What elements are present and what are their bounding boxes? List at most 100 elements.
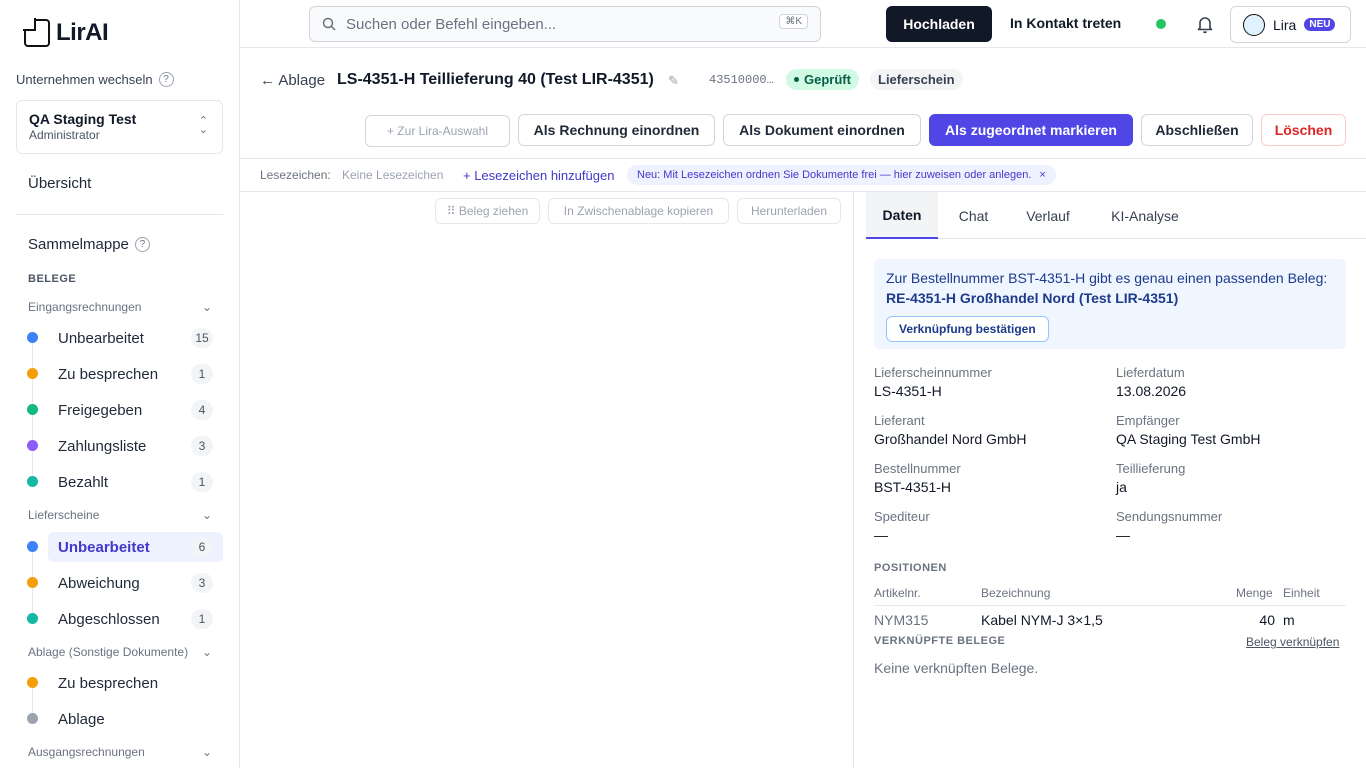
logo-text: LirAI: [56, 19, 109, 46]
nav-overview[interactable]: Übersicht: [28, 175, 91, 192]
group-ablage[interactable]: Ablage (Sonstige Dokumente) ⌄: [28, 645, 212, 659]
delete-button[interactable]: Löschen: [1261, 114, 1346, 146]
lira-assistant-button[interactable]: Lira NEU: [1230, 6, 1351, 43]
sidebar-item-label: Abgeschlossen: [58, 610, 160, 628]
company-name: QA Staging Test: [29, 111, 137, 127]
tab-ki-analyse[interactable]: KI-Analyse: [1098, 192, 1192, 239]
contact-link[interactable]: In Kontakt treten: [1010, 15, 1121, 31]
field-label: Lieferscheinnummer: [874, 365, 992, 380]
chevron-down-icon: ⌄: [201, 300, 212, 314]
help-icon[interactable]: ?: [134, 237, 150, 252]
column-header: Menge: [1236, 586, 1273, 600]
bell-icon[interactable]: [1196, 14, 1214, 34]
field-label: Sendungsnummer: [1116, 509, 1223, 524]
field-value: LS-4351-H: [874, 383, 942, 399]
as-invoice-button[interactable]: Als Rechnung einordnen: [518, 114, 715, 146]
bookmark-empty: Keine Lesezeichen: [342, 168, 444, 182]
lira-avatar-icon: [1243, 13, 1265, 36]
count-badge: 4: [191, 400, 213, 420]
close-document-button[interactable]: Abschließen: [1141, 114, 1253, 146]
edit-pencil-icon[interactable]: ✎: [668, 73, 679, 89]
sidebar-item-label: Freigegeben: [58, 401, 143, 419]
logo-icon: [23, 18, 50, 47]
field-value: Großhandel Nord GmbH: [874, 431, 1027, 447]
document-number: 43510000…: [709, 73, 774, 87]
field-value: BST-4351-H: [874, 479, 952, 495]
upload-button[interactable]: Hochladen: [886, 6, 992, 42]
back-link[interactable]: ← Ablage: [260, 72, 325, 89]
group-eingangsrechnungen[interactable]: Eingangsrechnungen ⌄: [28, 300, 212, 314]
mark-assigned-button[interactable]: Als zugeordnet markieren: [929, 114, 1133, 146]
tab-daten[interactable]: Daten: [866, 192, 938, 239]
sidebar-item-label: Zu besprechen: [58, 674, 159, 692]
count-badge: 3: [191, 436, 213, 456]
app-logo[interactable]: LirAI: [23, 18, 109, 47]
count-badge: 6: [191, 537, 213, 557]
field-value: —: [874, 527, 888, 543]
sidebar-item-label: Zu besprechen: [58, 365, 159, 383]
confirm-link-button[interactable]: Verknüpfung bestätigen: [886, 316, 1049, 342]
download-button[interactable]: Herunterladen: [737, 198, 841, 224]
group-lieferscheine[interactable]: Lieferscheine ⌄: [28, 508, 212, 522]
type-badge: Lieferschein: [870, 69, 963, 90]
sidebar-item[interactable]: Unbearbeitet 15: [48, 323, 223, 353]
topbar: Suchen oder Befehl eingeben... ⌘K Hochla…: [240, 0, 1366, 48]
field-label: Lieferant: [874, 413, 925, 428]
search-placeholder: Suchen oder Befehl eingeben...: [346, 15, 557, 33]
sidebar-item[interactable]: Ablage: [48, 704, 223, 734]
chevron-down-icon: ⌄: [201, 745, 212, 759]
group-ausgangsrechnungen[interactable]: Ausgangsrechnungen ⌄: [28, 745, 212, 759]
close-icon[interactable]: ×: [1039, 169, 1045, 181]
status-dot: [27, 440, 38, 451]
status-dot: [27, 476, 38, 487]
match-document: RE-4351-H Großhandel Nord (Test LIR-4351…: [886, 290, 1179, 306]
field-value: 13.08.2026: [1116, 383, 1187, 399]
lira-label: Lira: [1273, 16, 1297, 33]
sidebar-item[interactable]: Zu besprechen: [48, 668, 223, 698]
sidebar-item[interactable]: Bezahlt 1: [48, 467, 223, 497]
status-dot: [27, 541, 38, 552]
status-dot: [27, 613, 38, 624]
chevron-up-down-icon: ⌃ ⌄: [198, 115, 208, 136]
sidebar-item[interactable]: Zahlungsliste 3: [48, 431, 223, 461]
count-badge: 15: [191, 328, 213, 348]
sidebar-item-label: Zahlungsliste: [58, 437, 147, 455]
help-icon[interactable]: ?: [158, 72, 174, 87]
copy-clipboard-button[interactable]: In Zwischenablage kopieren: [548, 198, 729, 224]
count-badge: 3: [191, 573, 213, 593]
lira-select-button[interactable]: + Zur Lira-Auswahl: [365, 115, 510, 147]
as-document-button[interactable]: Als Dokument einordnen: [723, 114, 921, 146]
link-document-link[interactable]: Beleg verknüpfen: [1246, 635, 1339, 649]
column-header: Artikelnr.: [874, 586, 921, 600]
bookmark-info-text: Neu: Mit Lesezeichen ordnen Sie Dokument…: [637, 169, 1032, 181]
add-bookmark-link[interactable]: + Lesezeichen hinzufügen: [463, 168, 614, 183]
company-selector[interactable]: QA Staging Test Administrator ⌃ ⌄: [16, 100, 223, 154]
sidebar-item[interactable]: Unbearbeitet 6: [48, 532, 223, 562]
match-text: Zur Bestellnummer BST-4351-H gibt es gen…: [886, 270, 1328, 286]
linked-empty: Keine verknüpften Belege.: [874, 660, 1039, 676]
count-badge: 1: [191, 364, 213, 384]
linked-title: VERKNÜPFTE BELEGE: [874, 635, 1006, 647]
status-badge: Geprüft: [786, 69, 859, 90]
sidebar-item[interactable]: Abweichung 3: [48, 568, 223, 598]
tab-chat[interactable]: Chat: [946, 192, 1001, 239]
panel-divider: [853, 192, 854, 768]
sammelmappe-label: Sammelmappe: [28, 236, 129, 253]
section-belege: BELEGE: [28, 273, 77, 285]
sidebar-item[interactable]: Abgeschlossen 1: [48, 604, 223, 634]
company-switch-text: Unternehmen wechseln: [16, 72, 153, 87]
nav-sammelmappe[interactable]: Sammelmappe ?: [28, 236, 150, 253]
sidebar-item[interactable]: Freigegeben 4: [48, 395, 223, 425]
group-label: Ausgangsrechnungen: [28, 745, 145, 759]
tab-verlauf[interactable]: Verlauf: [1015, 192, 1081, 239]
drag-document-button[interactable]: ⠿ Beleg ziehen: [435, 198, 540, 224]
detail-tabs: Daten Chat Verlauf KI-Analyse: [866, 192, 1366, 239]
sidebar-item-label: Bezahlt: [58, 473, 109, 491]
bookmark-bar: Lesezeichen: Keine Lesezeichen + Lesezei…: [240, 158, 1366, 192]
field-value: ja: [1116, 479, 1127, 495]
sidebar-item[interactable]: Zu besprechen 1: [48, 359, 223, 389]
group-label: Eingangsrechnungen: [28, 300, 142, 314]
search-input[interactable]: Suchen oder Befehl eingeben... ⌘K: [309, 6, 821, 42]
status-dot: [27, 713, 38, 724]
sidebar-item-label: Ablage: [58, 710, 105, 728]
